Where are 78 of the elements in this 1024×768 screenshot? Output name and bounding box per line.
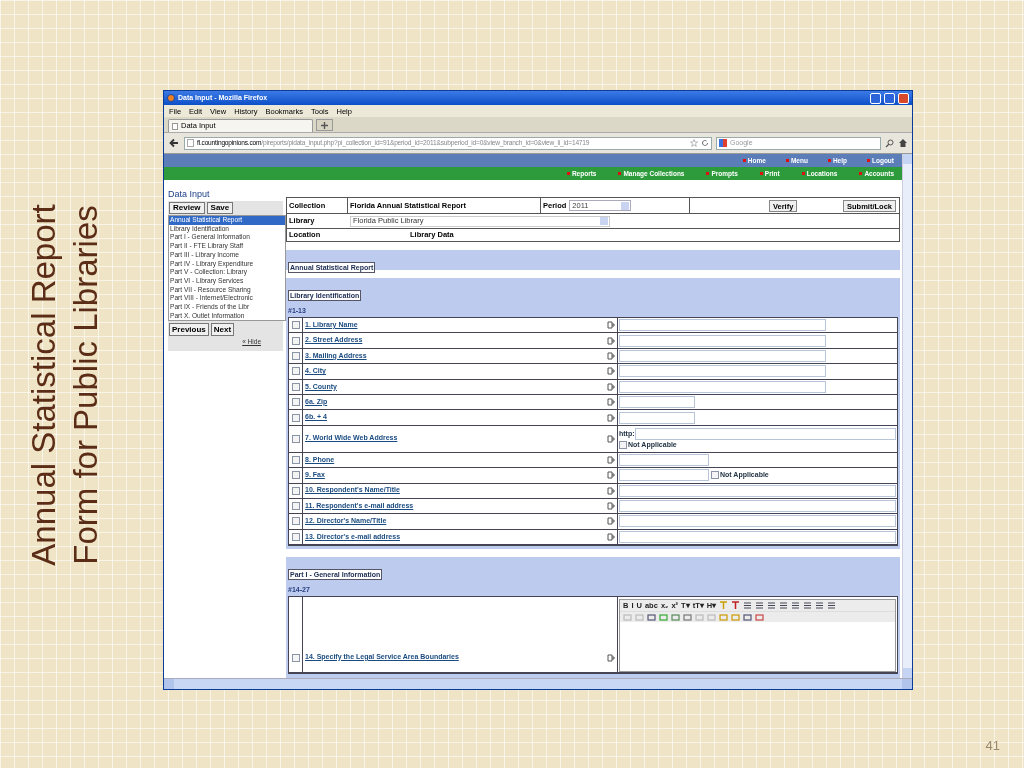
- firefox-icon: [167, 94, 175, 102]
- bullet-icon: [866, 159, 870, 162]
- checkbox[interactable]: [291, 517, 300, 526]
- input-field[interactable]: [619, 380, 826, 393]
- bullet-icon: [566, 172, 570, 175]
- plus-icon: [321, 121, 328, 129]
- input-field[interactable]: [619, 349, 826, 362]
- page-title: Data Input: [168, 189, 211, 199]
- input-field[interactable]: [619, 396, 695, 409]
- justify-icon[interactable]: [827, 601, 837, 611]
- input-field[interactable]: [619, 530, 896, 543]
- checkbox[interactable]: [711, 471, 719, 480]
- checkbox[interactable]: [291, 434, 300, 443]
- bullet-icon: [785, 159, 789, 162]
- checkbox[interactable]: [291, 502, 300, 511]
- input-field[interactable]: [619, 469, 709, 482]
- input-field[interactable]: [619, 411, 695, 424]
- input-field[interactable]: [619, 453, 709, 466]
- minimize-icon[interactable]: [870, 92, 881, 104]
- checkbox[interactable]: [291, 471, 300, 480]
- bullet-icon: [618, 172, 622, 175]
- search-engine-icon: [719, 139, 727, 147]
- document-arrow-icon[interactable]: [607, 321, 615, 330]
- page-number: 41: [985, 737, 1000, 755]
- document-arrow-icon[interactable]: [607, 351, 615, 360]
- pager-button[interactable]: Previous: [169, 323, 209, 337]
- input-field[interactable]: [619, 365, 826, 378]
- document-arrow-icon[interactable]: [607, 486, 615, 495]
- document-arrow-icon[interactable]: [607, 413, 615, 422]
- document-arrow-icon[interactable]: [607, 336, 615, 345]
- input-field[interactable]: [619, 515, 896, 528]
- checkbox[interactable]: [291, 351, 300, 360]
- bullet-icon: [706, 172, 710, 175]
- star-icon[interactable]: [690, 139, 698, 147]
- checkbox[interactable]: [291, 382, 300, 391]
- bullet-icon: [859, 172, 863, 175]
- document-arrow-icon[interactable]: [607, 367, 615, 376]
- input-field[interactable]: [619, 484, 896, 497]
- sidebar-button[interactable]: Review: [169, 202, 205, 214]
- document-arrow-icon[interactable]: [607, 382, 615, 391]
- pager-button[interactable]: Next: [210, 323, 235, 337]
- checkbox[interactable]: [291, 486, 300, 495]
- document-arrow-icon[interactable]: [607, 455, 615, 464]
- bullet-icon: [742, 159, 746, 162]
- document-arrow-icon[interactable]: [607, 502, 615, 511]
- close-icon[interactable]: [898, 92, 909, 104]
- input-field[interactable]: [634, 428, 896, 441]
- checkbox[interactable]: [291, 398, 300, 407]
- document-arrow-icon[interactable]: [607, 434, 615, 443]
- checkbox[interactable]: [291, 654, 300, 663]
- bullet-icon: [827, 159, 831, 162]
- checkbox[interactable]: [291, 532, 300, 541]
- reload-icon[interactable]: [701, 139, 709, 147]
- sidebar-button[interactable]: Save: [206, 202, 234, 214]
- checkbox[interactable]: [291, 455, 300, 464]
- checkbox[interactable]: [291, 413, 300, 422]
- input-field[interactable]: [619, 319, 826, 332]
- checkbox[interactable]: [291, 321, 300, 330]
- checkbox[interactable]: [291, 336, 300, 345]
- back-arrow-icon[interactable]: [168, 137, 180, 149]
- document-arrow-icon[interactable]: [607, 398, 615, 407]
- bullet-icon: [759, 172, 763, 175]
- document-arrow-icon[interactable]: [607, 471, 615, 480]
- document-arrow-icon[interactable]: [607, 654, 615, 663]
- input-field[interactable]: [619, 500, 896, 513]
- slide-title: Form for Public Libraries: [66, 205, 105, 565]
- document-arrow-icon[interactable]: [607, 517, 615, 526]
- document-arrow-icon[interactable]: [607, 532, 615, 541]
- checkbox[interactable]: [291, 367, 300, 376]
- home-icon[interactable]: [898, 138, 908, 148]
- maximize-icon[interactable]: [884, 92, 895, 104]
- checkbox[interactable]: [619, 441, 627, 450]
- slide-title: Annual Statistical Report: [24, 204, 63, 566]
- new-tab-button[interactable]: [316, 119, 333, 131]
- clear-format-icon[interactable]: [731, 601, 741, 611]
- search-icon[interactable]: [885, 138, 894, 148]
- input-field[interactable]: [619, 334, 826, 347]
- bullet-icon: [801, 172, 805, 175]
